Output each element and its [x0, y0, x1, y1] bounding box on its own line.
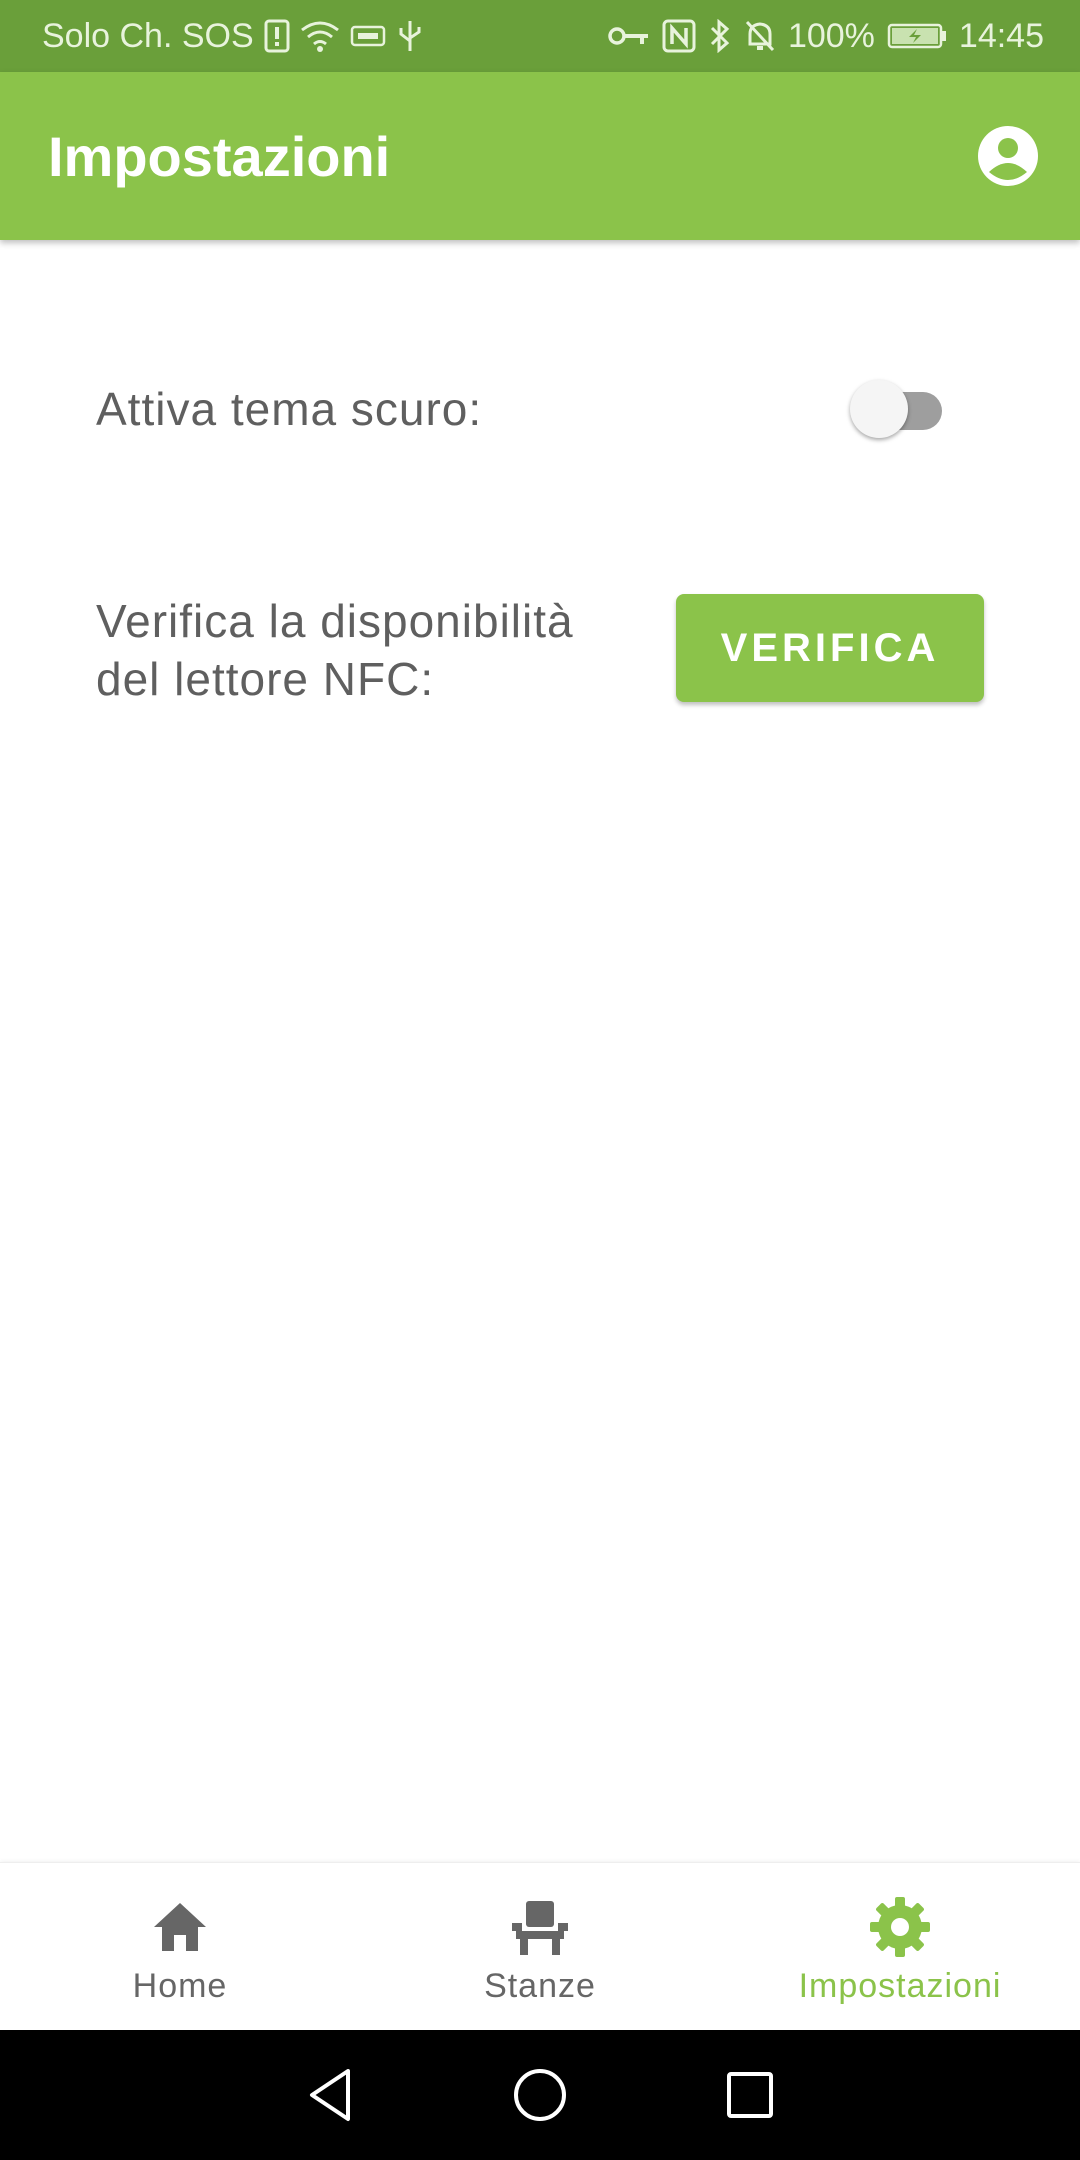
- mute-bell-icon: [744, 19, 776, 53]
- switch-thumb: [850, 380, 908, 438]
- wifi-icon: [300, 20, 340, 52]
- recents-icon[interactable]: [720, 2065, 780, 2125]
- nfc-label-line1: Verifica la disponibilità: [96, 595, 574, 647]
- nav-item-impostazioni[interactable]: Impostazioni: [720, 1863, 1080, 2031]
- battery-percent: 100%: [787, 16, 875, 55]
- verify-button[interactable]: VERIFICA: [676, 594, 984, 702]
- clock: 14:45: [958, 16, 1044, 55]
- carrier-label: Solo Ch. SOS: [42, 16, 254, 55]
- status-bar: Solo Ch. SOS 100% 14:45: [0, 0, 1080, 72]
- bluetooth-icon: [708, 19, 732, 53]
- nfc-label-line2: del lettore NFC:: [96, 653, 435, 705]
- gear-icon: [866, 1893, 934, 1961]
- nav-label-stanze: Stanze: [484, 1966, 596, 2005]
- nav-item-stanze[interactable]: Stanze: [360, 1863, 720, 2031]
- battery-icon: [887, 22, 947, 50]
- bottom-navigation: Home Stanze Impostazioni: [0, 1862, 1080, 2031]
- vpn-card-icon: [350, 24, 386, 48]
- nav-label-home: Home: [132, 1966, 228, 2005]
- dark-theme-label: Attiva tema scuro:: [96, 383, 483, 435]
- key-icon: [608, 24, 650, 48]
- app-bar: Impostazioni: [0, 72, 1080, 240]
- nfc-label: Verifica la disponibilità del lettore NF…: [96, 592, 574, 708]
- home-icon: [146, 1893, 214, 1961]
- home-circle-icon[interactable]: [510, 2065, 570, 2125]
- sim-alert-icon: [264, 19, 290, 53]
- back-icon[interactable]: [300, 2065, 360, 2125]
- page-title: Impostazioni: [48, 124, 391, 188]
- usb-icon: [396, 19, 424, 53]
- dark-theme-switch[interactable]: [850, 380, 946, 438]
- system-navigation-bar: [0, 2030, 1080, 2160]
- nav-label-impostazioni: Impostazioni: [798, 1966, 1002, 2005]
- account-circle-icon[interactable]: [976, 124, 1040, 188]
- nfc-icon: [662, 19, 696, 53]
- nav-item-home[interactable]: Home: [0, 1863, 360, 2031]
- chair-icon: [506, 1893, 574, 1961]
